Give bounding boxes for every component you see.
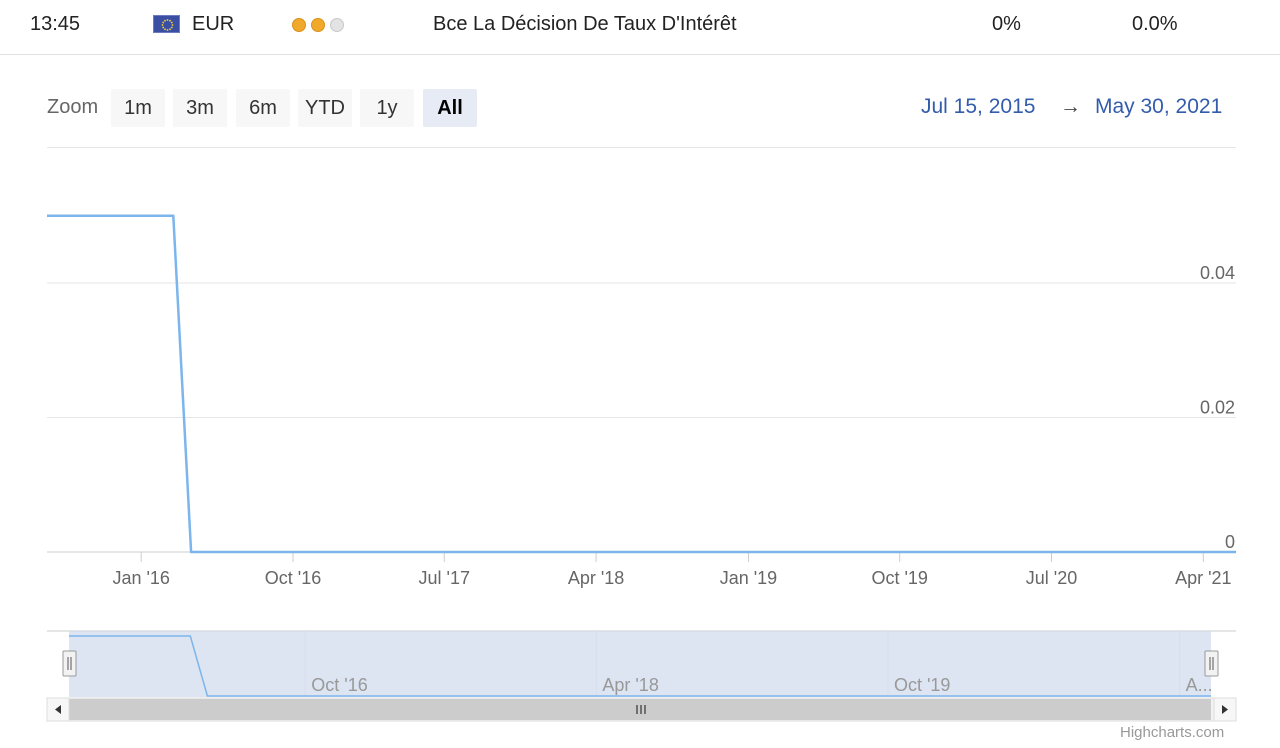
x-tick-label: Jul '20 [1026,568,1077,588]
y-tick-label: 0 [1225,532,1235,552]
navigator-left-handle[interactable] [62,650,77,677]
x-tick-label: Apr '18 [568,568,624,588]
y-tick-label: 0.04 [1200,263,1235,283]
x-tick-label: Jan '16 [112,568,169,588]
navigator-right-handle[interactable] [1204,650,1219,677]
y-axis: 0 0.02 0.04 [1200,263,1235,552]
x-axis: Jan '16 Oct '16 Jul '17 Apr '18 Jan '19 Oct '… [112,552,1232,588]
x-tick-label: Jan '19 [720,568,777,588]
scrollbar-thumb[interactable] [69,699,1211,720]
x-tick-label: Oct '16 [265,568,321,588]
highcharts-credit-link[interactable]: Highcharts.com [1120,724,1224,741]
navigator-tick-label: Apr '18 [602,675,658,695]
x-tick-label: Oct '19 [871,568,927,588]
x-tick-label: Jul '17 [419,568,470,588]
handle-right-icon[interactable] [1204,650,1219,677]
navigator-tick-label: A... [1186,675,1213,695]
navigator-tick-label: Oct '19 [894,675,950,695]
series-line[interactable] [47,214,1236,554]
stock-chart[interactable]: 00.020.04 Jan '16 Oct '16 Jul '17 Apr '18 Ja… [0,0,1280,748]
y-tick-label: 0.02 [1200,398,1235,418]
x-tick-label: Apr '21 [1175,568,1231,588]
grid-lines [47,282,1236,553]
series-layer [47,214,1236,554]
navigator-tick-label: Oct '16 [311,675,367,695]
navigator[interactable]: Oct '16 Apr '18 Oct '19 A... [47,630,1236,697]
handle-left-icon[interactable] [62,650,77,677]
scrollbar[interactable] [46,697,1237,722]
